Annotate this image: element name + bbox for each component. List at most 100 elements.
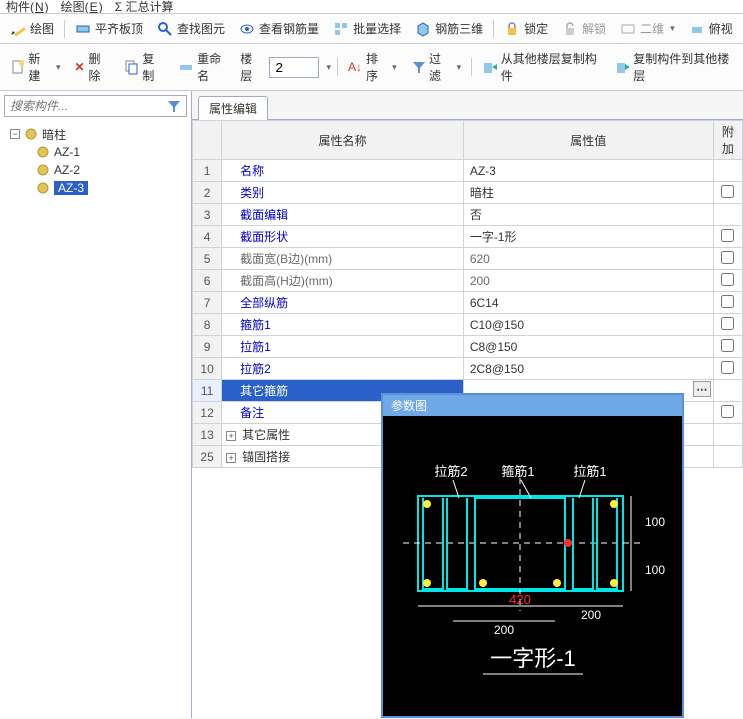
floor-select[interactable]	[269, 57, 319, 78]
property-name[interactable]: 截面高(H边)(mm)	[222, 270, 464, 292]
extra-cell[interactable]	[713, 204, 742, 226]
property-value[interactable]: 暗柱	[463, 182, 713, 204]
property-row[interactable]: 9拉筋1C8@150	[193, 336, 743, 358]
property-value[interactable]: 200	[463, 270, 713, 292]
property-value[interactable]: 6C14	[463, 292, 713, 314]
property-value[interactable]: 2C8@150	[463, 358, 713, 380]
new-button[interactable]: 新建▾	[6, 48, 64, 86]
extra-cell[interactable]	[713, 380, 742, 402]
property-row[interactable]: 5截面宽(B边)(mm)620	[193, 248, 743, 270]
2d-button[interactable]: 二维▾	[616, 18, 679, 39]
tree-item[interactable]: AZ-1	[2, 143, 189, 161]
property-name[interactable]: 类别	[222, 182, 464, 204]
unlock-button[interactable]: 解锁	[558, 18, 610, 39]
top-view-button[interactable]: 俯视	[685, 18, 737, 39]
dropdown-icon[interactable]: ▾	[327, 62, 332, 73]
property-value[interactable]: C10@150	[463, 314, 713, 336]
collapse-icon[interactable]: −	[10, 129, 20, 139]
rename-button[interactable]: 重命名	[174, 48, 234, 86]
property-row[interactable]: 1名称AZ-3	[193, 160, 743, 182]
property-row[interactable]: 3截面编辑否	[193, 204, 743, 226]
copy-to-floor-button[interactable]: 复制构件到其他楼层	[611, 48, 737, 86]
find-elem-button[interactable]: 查找图元	[153, 18, 229, 39]
extra-cell[interactable]	[713, 160, 742, 182]
filter-button[interactable]: 过滤▾	[407, 48, 465, 86]
row-number: 5	[193, 248, 222, 270]
component-tree[interactable]: − 暗柱 AZ-1 AZ-2 AZ-3	[0, 121, 191, 201]
batch-select-button[interactable]: 批量选择	[329, 18, 405, 39]
row-number: 12	[193, 402, 222, 424]
property-value[interactable]: 620	[463, 248, 713, 270]
menu-sum[interactable]: Σ 汇总计算	[115, 0, 174, 13]
extra-cell[interactable]	[713, 314, 742, 336]
property-value[interactable]: 否	[463, 204, 713, 226]
tree-item[interactable]: AZ-2	[2, 161, 189, 179]
extra-checkbox[interactable]	[721, 251, 734, 264]
property-row[interactable]: 2类别暗柱	[193, 182, 743, 204]
property-name[interactable]: 全部纵筋	[222, 292, 464, 314]
extra-checkbox[interactable]	[721, 317, 734, 330]
extra-cell[interactable]	[713, 248, 742, 270]
draw-button[interactable]: 绘图	[6, 18, 58, 39]
property-value[interactable]: 一字-1形	[463, 226, 713, 248]
extra-checkbox[interactable]	[721, 185, 734, 198]
search-input[interactable]	[10, 99, 167, 113]
sort-button[interactable]: A↓排序▾	[344, 48, 401, 86]
delete-button[interactable]: ✕删除	[70, 48, 113, 86]
property-value[interactable]: C8@150	[463, 336, 713, 358]
col-name: 属性名称	[222, 121, 464, 160]
property-name[interactable]: 截面编辑	[222, 204, 464, 226]
menu-bar[interactable]: 构件(N) 绘图(E) Σ 汇总计算	[0, 0, 743, 14]
extra-checkbox[interactable]	[721, 361, 734, 374]
property-value[interactable]: AZ-3	[463, 160, 713, 182]
extra-cell[interactable]	[713, 358, 742, 380]
property-name[interactable]: 箍筋1	[222, 314, 464, 336]
extra-cell[interactable]	[713, 424, 742, 446]
menu-component[interactable]: 构件(N)	[6, 0, 49, 13]
property-name[interactable]: 拉筋2	[222, 358, 464, 380]
extra-cell[interactable]	[713, 226, 742, 248]
search-box[interactable]	[4, 95, 187, 117]
property-row[interactable]: 4截面形状一字-1形	[193, 226, 743, 248]
extra-cell[interactable]	[713, 270, 742, 292]
align-slab-button[interactable]: 平齐板顶	[71, 18, 147, 39]
extra-checkbox[interactable]	[721, 229, 734, 242]
more-button[interactable]: ⋯	[693, 381, 711, 397]
property-row[interactable]: 10拉筋22C8@150	[193, 358, 743, 380]
property-row[interactable]: 7全部纵筋6C14	[193, 292, 743, 314]
extra-cell[interactable]	[713, 182, 742, 204]
extra-cell[interactable]	[713, 292, 742, 314]
popup-title[interactable]: 参数图	[383, 395, 682, 416]
property-name[interactable]: 名称	[222, 160, 464, 182]
expand-icon[interactable]: +	[226, 431, 236, 441]
view-rebar-button[interactable]: 查看钢筋量	[235, 18, 323, 39]
menu-draw[interactable]: 绘图(E)	[61, 0, 103, 13]
tree-root[interactable]: − 暗柱	[2, 125, 189, 143]
extra-checkbox[interactable]	[721, 339, 734, 352]
tab-strip: 属性编辑	[192, 91, 743, 120]
property-row[interactable]: 8箍筋1C10@150	[193, 314, 743, 336]
extra-checkbox[interactable]	[721, 295, 734, 308]
extra-cell[interactable]	[713, 446, 742, 468]
tree-item-selected[interactable]: AZ-3	[2, 179, 189, 197]
search-icon	[157, 21, 173, 37]
lock-button[interactable]: 锁定	[500, 18, 552, 39]
property-row[interactable]: 6截面高(H边)(mm)200	[193, 270, 743, 292]
copy-button[interactable]: 复制	[120, 48, 169, 86]
extra-checkbox[interactable]	[721, 273, 734, 286]
expand-icon[interactable]: +	[226, 453, 236, 463]
extra-cell[interactable]	[713, 336, 742, 358]
rebar-3d-button[interactable]: 钢筋三维	[411, 18, 487, 39]
extra-cell[interactable]	[713, 402, 742, 424]
property-name[interactable]: 截面形状	[222, 226, 464, 248]
tab-property-edit[interactable]: 属性编辑	[198, 96, 268, 120]
copy-from-floor-button[interactable]: 从其他楼层复制构件	[478, 48, 604, 86]
extra-checkbox[interactable]	[721, 405, 734, 418]
lock-icon	[504, 21, 520, 37]
sort-icon: A↓	[348, 60, 362, 74]
property-name[interactable]: 截面宽(B边)(mm)	[222, 248, 464, 270]
parameter-diagram-popup[interactable]: 参数图	[381, 393, 684, 718]
funnel-icon[interactable]	[167, 99, 181, 113]
gear-icon	[36, 163, 50, 177]
property-name[interactable]: 拉筋1	[222, 336, 464, 358]
